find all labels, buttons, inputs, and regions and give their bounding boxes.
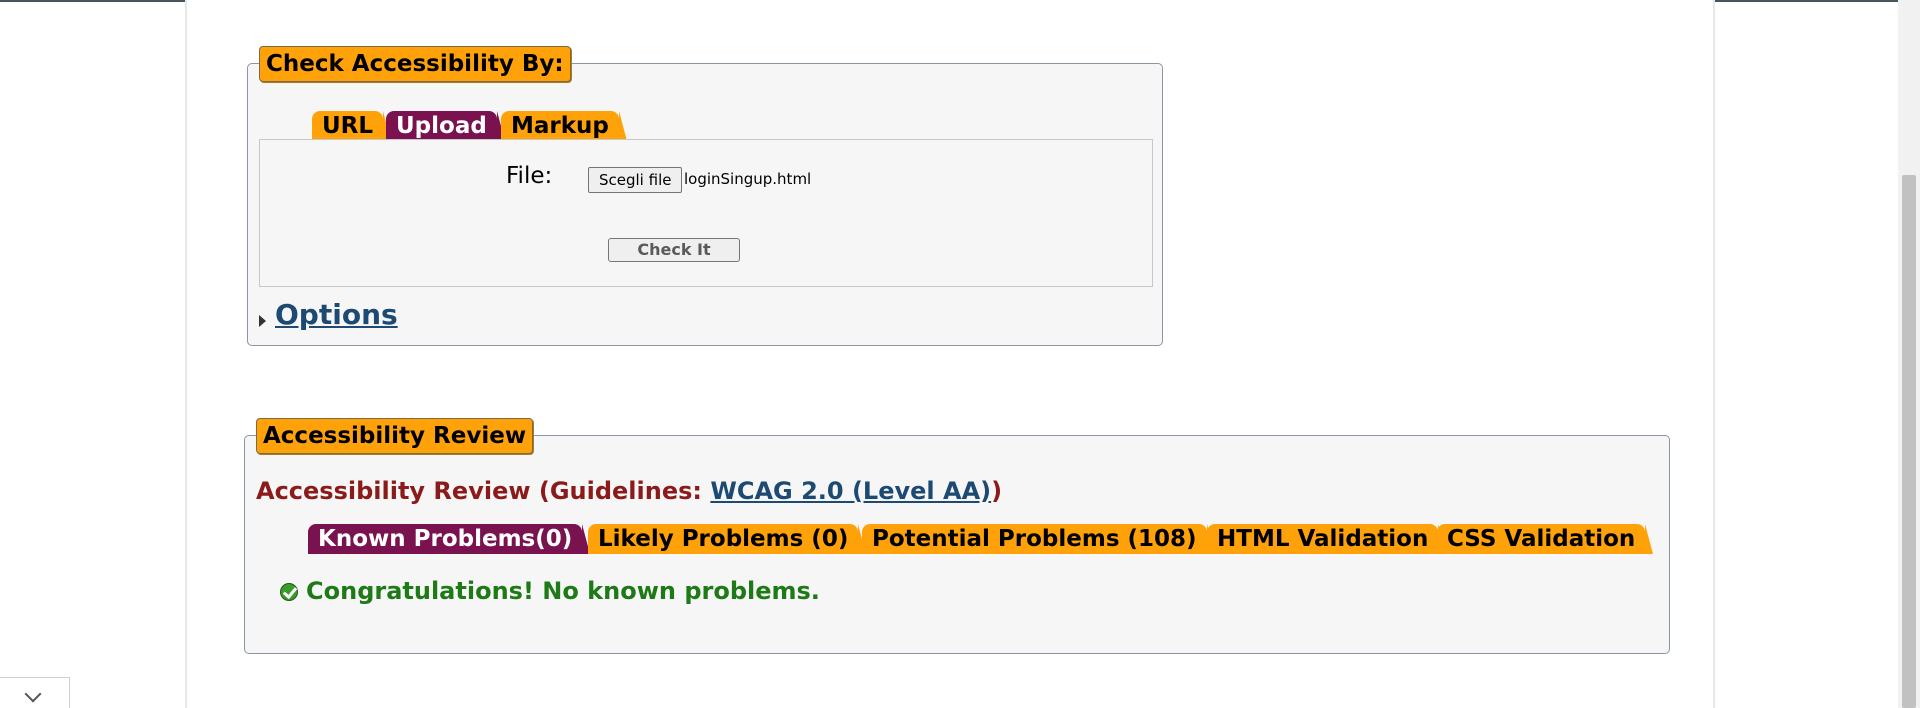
expand-triangle-icon[interactable] <box>259 315 266 327</box>
accessibility-review-legend: Accessibility Review <box>256 418 534 454</box>
choose-file-button[interactable]: Scegli file <box>588 167 683 193</box>
tab-upload[interactable]: Upload <box>386 111 505 141</box>
collapse-toggle[interactable] <box>0 677 70 708</box>
options-link[interactable]: Options <box>275 298 398 331</box>
success-check-icon <box>280 583 298 601</box>
tab-markup[interactable]: Markup <box>501 111 627 141</box>
tab-url[interactable]: URL <box>312 111 392 141</box>
tab-css-validation[interactable]: CSS Validation <box>1437 524 1654 554</box>
success-message: Congratulations! No known problems. <box>306 577 820 605</box>
tab-potential-problems[interactable]: Potential Problems (108) <box>862 524 1215 554</box>
selected-file-name: loginSingup.html <box>684 170 812 188</box>
guideline-link[interactable]: WCAG 2.0 (Level AA) <box>710 477 991 505</box>
tab-known-problems[interactable]: Known Problems(0) <box>308 524 591 554</box>
scrollbar-thumb[interactable] <box>1902 175 1916 708</box>
review-heading-suffix: ) <box>991 477 1003 505</box>
check-it-button[interactable]: Check It <box>608 238 740 262</box>
tab-html-validation[interactable]: HTML Validation <box>1207 524 1447 554</box>
review-heading: Accessibility Review (Guidelines: WCAG 2… <box>256 477 1002 505</box>
file-label: File: <box>506 163 553 189</box>
upload-panel <box>259 139 1153 287</box>
tab-likely-problems[interactable]: Likely Problems (0) <box>588 524 867 554</box>
check-accessibility-legend: Check Accessibility By: <box>259 46 571 82</box>
chevron-down-icon <box>24 685 42 703</box>
review-heading-prefix: Accessibility Review (Guidelines: <box>256 477 711 505</box>
